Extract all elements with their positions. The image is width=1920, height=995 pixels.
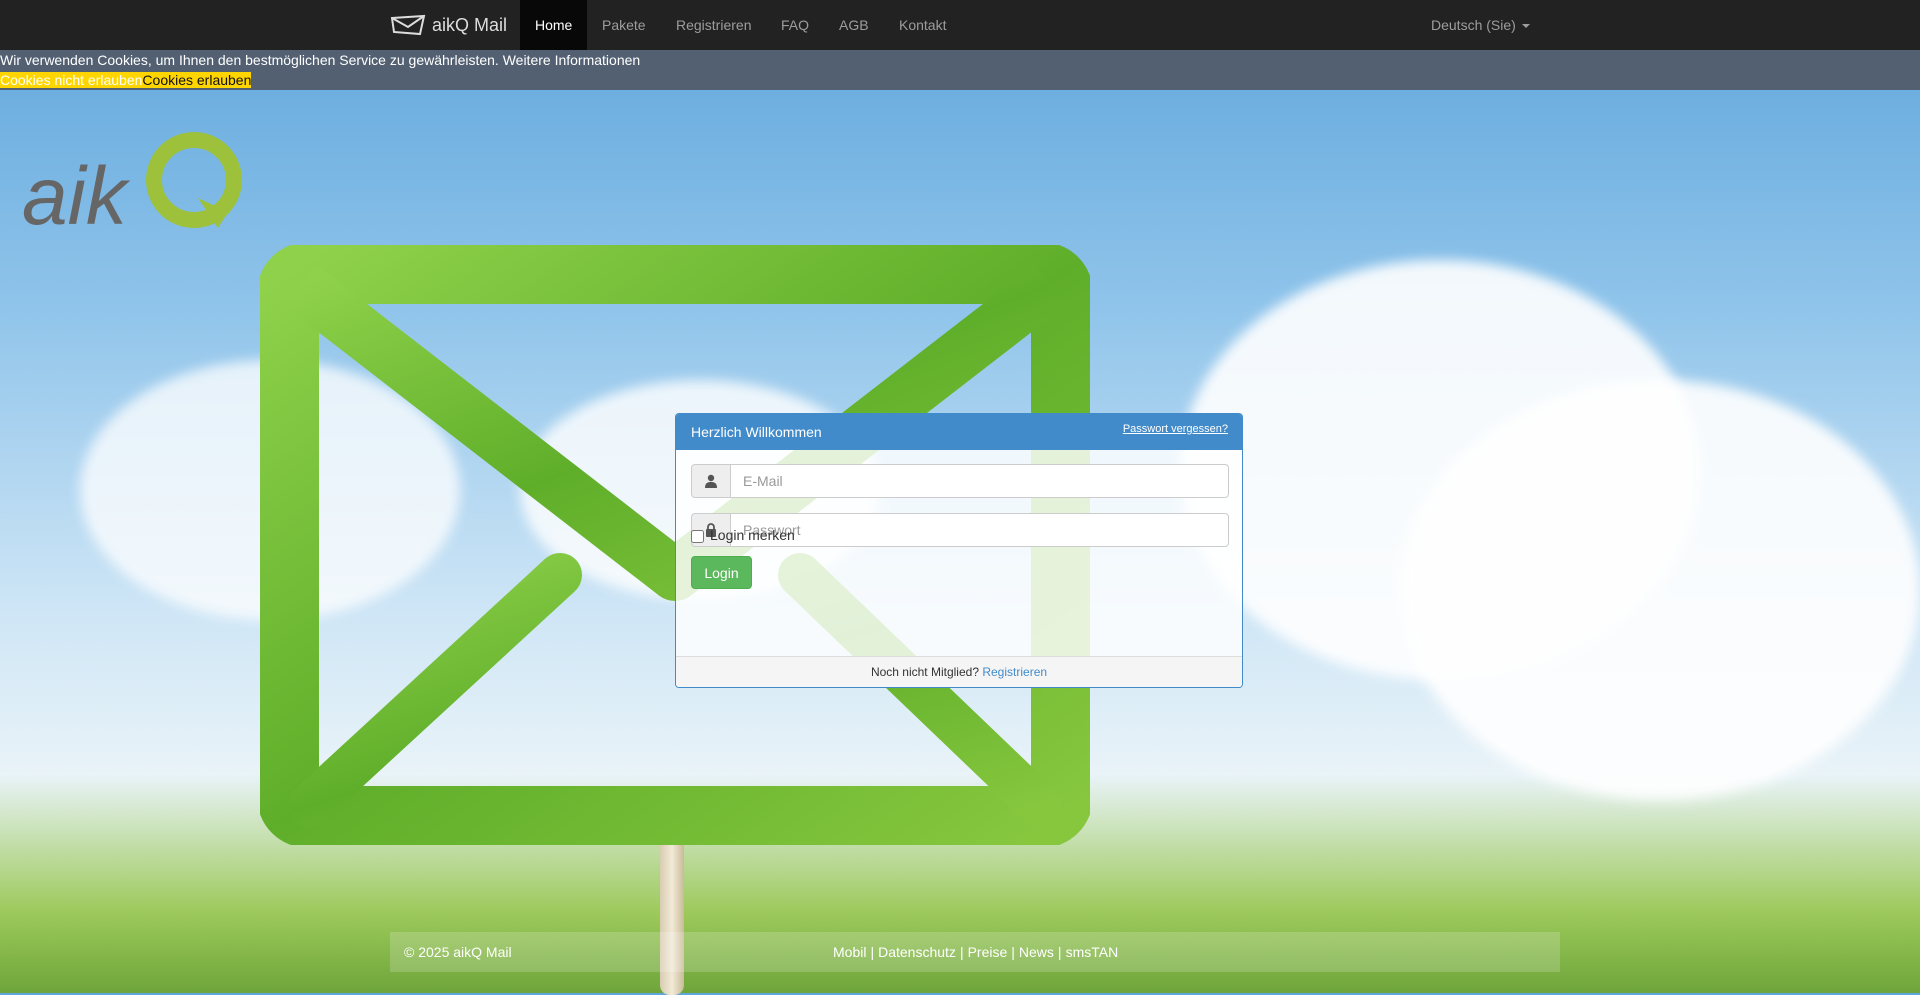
footer-link-datenschutz[interactable]: Datenschutz	[878, 944, 956, 960]
forgot-password-link[interactable]: Passwort vergessen?	[1123, 423, 1228, 435]
footer-link-smstan[interactable]: smsTAN	[1066, 944, 1119, 960]
cookie-more-info-link[interactable]: Weitere Informationen	[503, 52, 640, 68]
language-label: Deutsch (Sie)	[1431, 17, 1516, 33]
user-icon	[691, 464, 731, 498]
footer-link-preise[interactable]: Preise	[968, 944, 1008, 960]
login-panel-header: Herzlich Willkommen Passwort vergessen?	[676, 414, 1242, 450]
footer-link-mobil[interactable]: Mobil	[833, 944, 866, 960]
password-field[interactable]	[731, 513, 1229, 547]
cookie-allow-button[interactable]: Cookies erlauben	[142, 72, 252, 88]
email-input-group	[691, 464, 1229, 498]
nav-pakete[interactable]: Pakete	[587, 0, 661, 50]
aikq-logo: aik	[22, 128, 252, 243]
nav-agb[interactable]: AGB	[824, 0, 884, 50]
login-panel: Herzlich Willkommen Passwort vergessen? …	[675, 413, 1243, 688]
register-link[interactable]: Registrieren	[982, 665, 1047, 679]
remember-checkbox[interactable]	[691, 530, 704, 543]
nav-kontakt[interactable]: Kontakt	[884, 0, 961, 50]
separator: |	[870, 944, 875, 960]
language-dropdown[interactable]: Deutsch (Sie)	[1431, 0, 1530, 50]
footer-links: Mobil | Datenschutz | Preise | News | smsTAN	[833, 944, 1118, 960]
footer-link-news[interactable]: News	[1019, 944, 1054, 960]
login-panel-footer: Noch nicht Mitglied? Registrieren	[676, 656, 1242, 687]
envelope-logo-icon	[390, 14, 426, 36]
caret-down-icon	[1521, 24, 1530, 29]
cookie-deny-button[interactable]: Cookies nicht erlauben	[0, 72, 143, 88]
email-field[interactable]	[731, 464, 1229, 498]
cookie-banner: Wir verwenden Cookies, um Ihnen den best…	[0, 50, 1920, 90]
svg-text:aik: aik	[22, 151, 131, 238]
remember-login: Login merken	[691, 526, 795, 543]
brand-name: aikQ Mail	[432, 14, 508, 35]
separator: |	[1057, 944, 1062, 960]
nav-home[interactable]: Home	[520, 0, 588, 50]
remember-label: Login merken	[710, 526, 795, 543]
nav-faq[interactable]: FAQ	[766, 0, 824, 50]
cookie-message: Wir verwenden Cookies, um Ihnen den best…	[0, 52, 499, 68]
separator: |	[1011, 944, 1015, 960]
cloud	[1400, 380, 1920, 800]
nav-registrieren[interactable]: Registrieren	[661, 0, 766, 50]
brand-link[interactable]: aikQ Mail	[390, 0, 507, 50]
panel-title: Herzlich Willkommen	[691, 424, 822, 440]
login-button[interactable]: Login	[691, 556, 752, 589]
not-member-text: Noch nicht Mitglied?	[870, 665, 979, 679]
top-navbar: aikQ Mail Home Pakete Registrieren FAQ A…	[0, 0, 1920, 51]
separator: |	[959, 944, 964, 960]
page-footer: © 2025 aikQ Mail Mobil | Datenschutz | Preis…	[390, 932, 1560, 972]
copyright: © 2025 aikQ Mail	[404, 944, 512, 960]
